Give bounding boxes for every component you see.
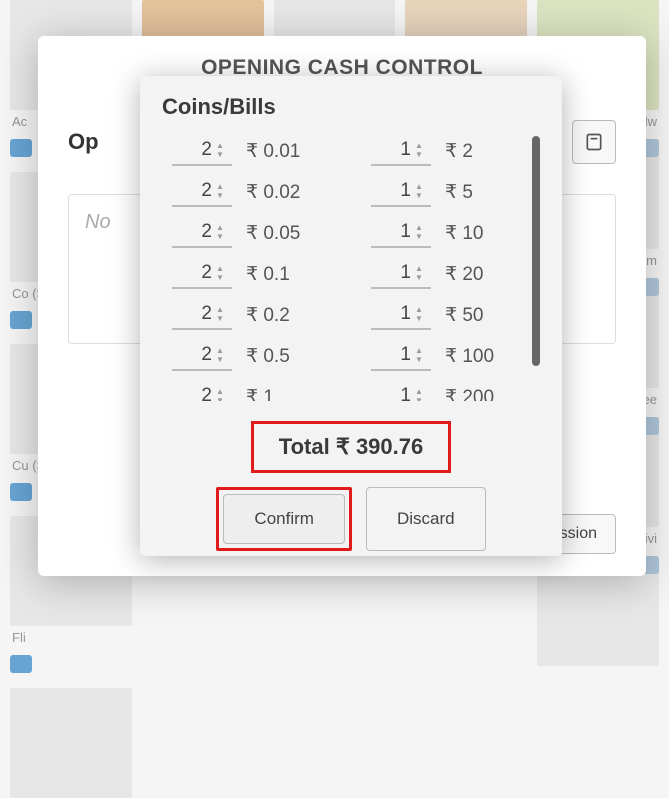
discard-button[interactable]: Discard [366,487,486,551]
denom-row: ▲▼ ₹ 50 [371,300,540,330]
denom-row: ▲▼ ₹ 2 [371,136,540,166]
denom-label: ₹ 20 [445,263,484,286]
spinner-icon[interactable]: ▲▼ [415,220,429,244]
denom-label: ₹ 100 [445,345,494,368]
spinner-icon[interactable]: ▲▼ [216,261,230,285]
spinner-icon[interactable]: ▲▼ [415,138,429,162]
spinner-icon[interactable]: ▲▼ [216,343,230,367]
spinner-icon[interactable]: ▲▼ [415,384,429,401]
bg-label: Fli [10,626,132,655]
calculator-button[interactable] [572,120,616,164]
denom-label: ₹ 0.2 [246,304,290,327]
denom-label: ₹ 0.1 [246,263,290,286]
denom-label: ₹ 0.05 [246,222,300,245]
denom-row: ▲▼ ₹ 5 [371,177,540,207]
spinner-icon[interactable]: ▲▼ [415,343,429,367]
denom-label: ₹ 200 [445,386,494,402]
spinner-icon[interactable]: ▲▼ [216,179,230,203]
spinner-icon[interactable]: ▲▼ [216,302,230,326]
denom-label: ₹ 10 [445,222,484,245]
total-display: Total ₹ 390.76 [251,421,451,473]
spinner-icon[interactable]: ▲▼ [216,220,230,244]
confirm-button[interactable]: Confirm [223,494,345,544]
denom-label: ₹ 50 [445,304,484,327]
denom-row: ▲▼ ₹ 0.2 [172,300,341,330]
opening-cash-label: Op [68,129,99,155]
denom-row: ▲▼ ₹ 20 [371,259,540,289]
spinner-icon[interactable]: ▲▼ [415,261,429,285]
denom-row: ▲▼ ₹ 0.1 [172,259,341,289]
denom-label: ₹ 0.02 [246,181,300,204]
denom-row: ▲▼ ₹ 0.02 [172,177,341,207]
denom-label: ₹ 0.5 [246,345,290,368]
denom-row: ▲▼ ₹ 0.05 [172,218,341,248]
denom-label: ₹ 0.01 [246,140,300,163]
spinner-icon[interactable]: ▲▼ [216,384,230,401]
denom-label: ₹ 5 [445,181,473,204]
denom-row: ▲▼ ₹ 1 [172,382,341,401]
denom-row: ▲▼ ₹ 10 [371,218,540,248]
denom-label: ₹ 1 [246,386,274,402]
calculator-icon [584,132,604,152]
denom-row: ▲▼ ₹ 0.01 [172,136,341,166]
coins-bills-title: Coins/Bills [162,94,540,120]
denom-row: ▲▼ ₹ 200 [371,382,540,401]
denom-row: ▲▼ ₹ 0.5 [172,341,341,371]
spinner-icon[interactable]: ▲▼ [216,138,230,162]
denom-label: ₹ 2 [445,140,473,163]
spinner-icon[interactable]: ▲▼ [415,302,429,326]
spinner-icon[interactable]: ▲▼ [415,179,429,203]
scrollbar[interactable] [532,136,540,366]
coins-bills-modal: Coins/Bills ▲▼ ₹ 0.01 ▲▼ ₹ 0.02 ▲▼ ₹ 0.05 ▲▼ ₹ … [140,76,562,556]
denom-row: ▲▼ ₹ 100 [371,341,540,371]
